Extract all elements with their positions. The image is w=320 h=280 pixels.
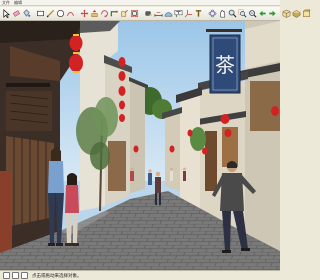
orbit-button[interactable]: [208, 8, 217, 19]
tape-measure-button[interactable]: [144, 8, 153, 19]
zoom-icon: [228, 9, 237, 18]
move-tool-button[interactable]: [80, 8, 89, 19]
next-view-button[interactable]: [268, 8, 277, 19]
offset-tool-button[interactable]: [130, 8, 139, 19]
protractor-icon: [164, 12, 173, 17]
menu-item-edit[interactable]: 编辑: [14, 0, 22, 5]
text-tool-button[interactable]: [174, 8, 183, 19]
rotate-tool-icon: [101, 10, 108, 18]
iso-view-button[interactable]: [282, 8, 291, 19]
dimension-button[interactable]: [154, 8, 163, 19]
previous-view-icon: [259, 10, 266, 17]
follow-me-icon: [110, 10, 118, 17]
geo-location-icon[interactable]: [3, 272, 10, 279]
text-tool-icon: [174, 10, 183, 18]
rectangle-tool-icon: [37, 10, 44, 17]
status-message: 点击或拖动来选择对象。: [32, 273, 82, 279]
paint-bucket-button[interactable]: [22, 8, 31, 19]
line-tool-button[interactable]: [46, 8, 55, 19]
top-view-icon: [292, 10, 301, 18]
zoom-button[interactable]: [228, 8, 237, 19]
pan-icon: [220, 10, 226, 18]
next-view-icon: [269, 10, 276, 17]
street-tree-right: [190, 127, 206, 151]
move-tool-icon: [80, 9, 89, 18]
credits-icon[interactable]: [12, 272, 19, 279]
rectangle-tool-button[interactable]: [36, 8, 45, 19]
iso-view-icon: [282, 9, 291, 18]
user-account-icon[interactable]: [21, 272, 28, 279]
axes-button[interactable]: [184, 8, 193, 19]
front-view-button[interactable]: [302, 8, 311, 19]
street-scene-render: 茶: [0, 21, 280, 270]
line-tool-icon: [46, 9, 55, 18]
status-bar: 点击或拖动来选择对象。: [0, 270, 280, 280]
circle-tool-button[interactable]: [56, 8, 65, 19]
eraser-tool-icon: [12, 10, 21, 17]
menu-item-file[interactable]: 文件: [2, 0, 10, 5]
scale-tool-button[interactable]: [120, 8, 129, 19]
zoom-window-button[interactable]: [238, 8, 247, 19]
zoom-extents-icon: [249, 10, 257, 18]
push-pull-icon: [91, 9, 98, 17]
orbit-icon: [208, 9, 217, 18]
menu-bar: 文件 编辑: [0, 0, 280, 6]
tea-sign-text: 茶: [215, 53, 235, 77]
paint-bucket-icon: [23, 9, 31, 17]
pan-button[interactable]: [218, 8, 227, 19]
arc-tool-button[interactable]: [66, 8, 75, 19]
push-pull-button[interactable]: [90, 8, 99, 19]
scale-tool-icon: [121, 9, 128, 17]
3d-text-button[interactable]: [194, 8, 203, 19]
eraser-tool-button[interactable]: [12, 8, 21, 19]
zoom-window-icon: [238, 9, 247, 18]
axes-icon: [184, 9, 193, 18]
status-icons: [3, 272, 28, 279]
main-toolbar: [0, 7, 311, 21]
select-tool-button[interactable]: [2, 8, 11, 19]
3d-viewport[interactable]: 茶: [0, 21, 280, 270]
zoom-extents-button[interactable]: [248, 8, 257, 19]
follow-me-button[interactable]: [110, 8, 119, 19]
protractor-button[interactable]: [164, 8, 173, 19]
offset-tool-icon: [131, 10, 138, 17]
dimension-icon: [154, 12, 163, 17]
3d-text-icon: [195, 10, 202, 17]
tape-measure-icon: [145, 11, 153, 16]
select-tool-icon: [3, 9, 11, 18]
front-view-icon: [303, 9, 311, 17]
previous-view-button[interactable]: [258, 8, 267, 19]
tea-shop-sign: 茶: [206, 29, 242, 94]
circle-tool-icon: [57, 10, 64, 17]
arc-tool-icon: [66, 11, 75, 16]
rotate-tool-button[interactable]: [100, 8, 109, 19]
top-view-button[interactable]: [292, 8, 301, 19]
